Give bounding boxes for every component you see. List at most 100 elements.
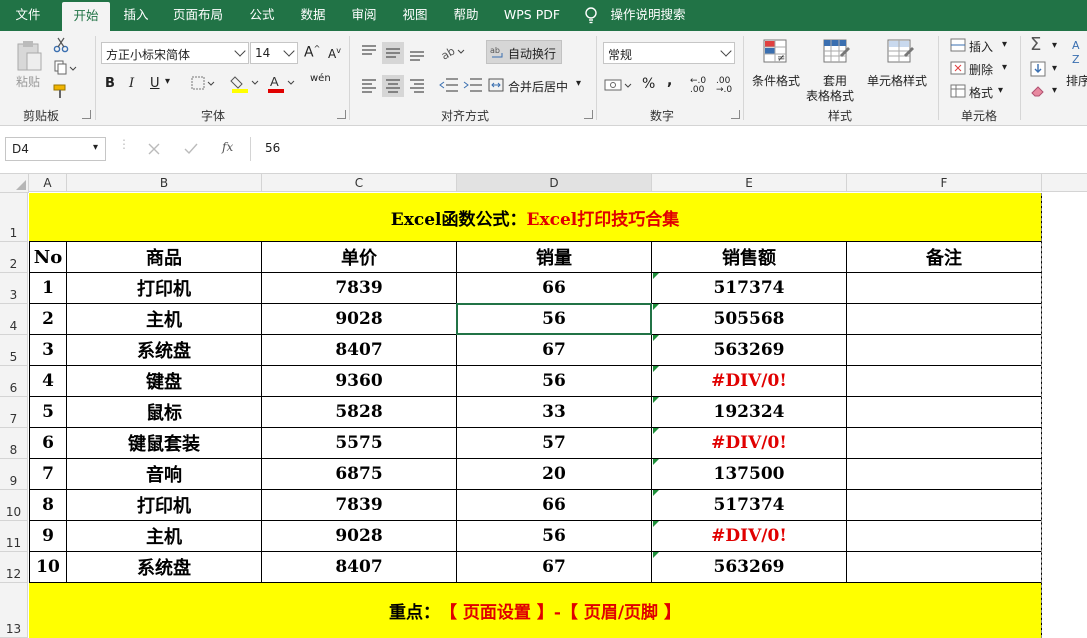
name-box[interactable]: D4 ▾	[5, 137, 106, 161]
table-cell-price[interactable]: 5828	[262, 397, 457, 428]
table-cell-note[interactable]	[847, 552, 1042, 583]
wrap-text-button[interactable]: ab 自动换行	[486, 40, 562, 64]
table-cell-item[interactable]: 鼠标	[67, 397, 262, 428]
table-cell-note[interactable]	[847, 273, 1042, 304]
error-indicator-icon[interactable]	[653, 428, 659, 434]
table-cell-no[interactable]: 10	[29, 552, 67, 583]
table-cell-item[interactable]: 主机	[67, 304, 262, 335]
table-cell-no[interactable]: 7	[29, 459, 67, 490]
phonetic-guide-button[interactable]: wén	[310, 73, 331, 84]
row-header-5[interactable]: 5	[0, 335, 28, 366]
row-header-12[interactable]: 12	[0, 552, 28, 583]
cancel-icon[interactable]	[148, 143, 160, 155]
row-header-13[interactable]: 13	[0, 583, 28, 638]
chevron-down-icon[interactable]: ▾	[1052, 63, 1057, 74]
bold-button[interactable]: B	[105, 76, 115, 91]
table-cell-no[interactable]: 9	[29, 521, 67, 552]
enter-icon[interactable]	[184, 143, 198, 155]
table-cell-sales[interactable]: #DIV/0!	[652, 428, 847, 459]
chevron-down-icon[interactable]: ▾	[1052, 85, 1057, 96]
increase-decimal-button[interactable]: ←.0 .00	[690, 77, 714, 95]
select-all-corner[interactable]	[0, 174, 29, 193]
chevron-down-icon[interactable]: ▾	[998, 85, 1003, 96]
row-header-2[interactable]: 2	[0, 242, 28, 273]
table-cell-price[interactable]: 7839	[262, 490, 457, 521]
column-header-c[interactable]: C	[262, 174, 457, 192]
row-header-4[interactable]: 4	[0, 304, 28, 335]
cell-styles-button[interactable]: 单元格样式	[867, 72, 927, 89]
table-cell-sales[interactable]: 137500	[652, 459, 847, 490]
table-cell-qty[interactable]: 56	[457, 521, 652, 552]
alignment-launcher-icon[interactable]	[584, 110, 593, 119]
clear-icon[interactable]	[1030, 84, 1046, 98]
table-cell-no[interactable]: 5	[29, 397, 67, 428]
table-cell-price[interactable]: 9028	[262, 304, 457, 335]
table-cell-no[interactable]: 2	[29, 304, 67, 335]
table-cell-sales[interactable]: 505568	[652, 304, 847, 335]
table-cell-note[interactable]	[847, 521, 1042, 552]
conditional-formatting-icon[interactable]: ≠	[760, 37, 790, 67]
table-cell-item[interactable]: 键鼠套装	[67, 428, 262, 459]
font-size-select[interactable]: 14	[250, 42, 298, 64]
table-cell-note[interactable]	[847, 428, 1042, 459]
error-indicator-icon[interactable]	[653, 552, 659, 558]
format-painter-icon[interactable]	[53, 83, 69, 99]
row-header-9[interactable]: 9	[0, 459, 28, 490]
table-cell-item[interactable]: 打印机	[67, 273, 262, 304]
table-cell-qty[interactable]: 67	[457, 552, 652, 583]
table-cell-sales[interactable]: 517374	[652, 490, 847, 521]
font-color-icon[interactable]: A	[266, 73, 296, 93]
table-cell-no[interactable]: 6	[29, 428, 67, 459]
tab-data[interactable]: 数据	[291, 0, 335, 31]
font-launcher-icon[interactable]	[337, 110, 346, 119]
column-header-e[interactable]: E	[652, 174, 847, 192]
table-cell-item[interactable]: 系统盘	[67, 552, 262, 583]
tab-view[interactable]: 视图	[393, 0, 437, 31]
table-cell-qty[interactable]: 20	[457, 459, 652, 490]
row-header-7[interactable]: 7	[0, 397, 28, 428]
table-cell-qty[interactable]: 56	[457, 366, 652, 397]
tab-page-layout[interactable]: 页面布局	[166, 0, 230, 31]
table-cell-price[interactable]: 7839	[262, 273, 457, 304]
format-as-table-icon[interactable]	[820, 37, 850, 67]
format-cells-button[interactable]: 格式	[969, 84, 993, 101]
chevron-down-icon[interactable]: ▾	[1052, 40, 1057, 51]
table-cell-price[interactable]: 8407	[262, 335, 457, 366]
tab-help[interactable]: 帮助	[444, 0, 488, 31]
table-cell-price[interactable]: 8407	[262, 552, 457, 583]
tab-review[interactable]: 审阅	[342, 0, 386, 31]
table-cell-note[interactable]	[847, 304, 1042, 335]
comma-style-button[interactable]: ,	[667, 73, 672, 89]
column-header-f[interactable]: F	[847, 174, 1042, 192]
table-cell-item[interactable]: 系统盘	[67, 335, 262, 366]
tab-insert[interactable]: 插入	[114, 0, 158, 31]
row-header-11[interactable]: 11	[0, 521, 28, 552]
table-cell-item[interactable]: 主机	[67, 521, 262, 552]
error-indicator-icon[interactable]	[653, 273, 659, 279]
table-cell-note[interactable]	[847, 366, 1042, 397]
table-cell-note[interactable]	[847, 397, 1042, 428]
error-indicator-icon[interactable]	[653, 304, 659, 310]
row-header-1[interactable]: 1	[0, 193, 28, 242]
tab-formulas[interactable]: 公式	[240, 0, 284, 31]
table-cell-price[interactable]: 5575	[262, 428, 457, 459]
row-header-8[interactable]: 8	[0, 428, 28, 459]
column-header-a[interactable]: A	[29, 174, 67, 192]
clipboard-launcher-icon[interactable]	[82, 110, 91, 119]
header-note[interactable]: 备注	[847, 242, 1042, 273]
table-cell-note[interactable]	[847, 490, 1042, 521]
insert-function-button[interactable]: fx	[222, 140, 233, 154]
decrease-decimal-button[interactable]: .00 →.0	[716, 77, 740, 95]
vertical-align-icons[interactable]	[358, 41, 438, 65]
formula-input[interactable]: 56	[250, 137, 1087, 161]
error-indicator-icon[interactable]	[653, 335, 659, 341]
merge-center-button[interactable]: 合并后居中	[508, 78, 568, 95]
header-price[interactable]: 单价	[262, 242, 457, 273]
error-indicator-icon[interactable]	[653, 459, 659, 465]
column-header-d[interactable]: D	[457, 174, 652, 192]
header-no[interactable]: No	[29, 242, 67, 273]
sheet-title-cell[interactable]: Excel函数公式： Excel打印技巧合集	[29, 193, 1042, 242]
table-cell-note[interactable]	[847, 459, 1042, 490]
header-item[interactable]: 商品	[67, 242, 262, 273]
table-cell-sales[interactable]: 517374	[652, 273, 847, 304]
